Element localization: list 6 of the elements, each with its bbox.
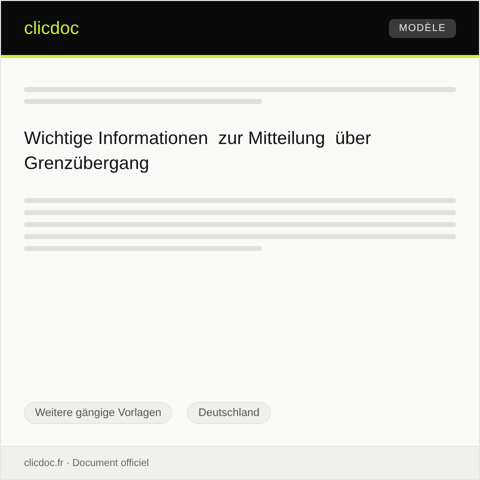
logo-text: clicdoc <box>24 18 80 38</box>
footer-text: clicdoc.fr · Document officiel <box>24 458 149 468</box>
template-badge: MODÈLE <box>388 18 456 38</box>
document-title: Wichtige Informationen zur Mitteilung über Grenzübergang <box>24 127 372 175</box>
tag-link[interactable]: Weitere gängige Vorlagen <box>24 402 172 424</box>
tag-link[interactable]: Deutschland <box>187 402 271 424</box>
